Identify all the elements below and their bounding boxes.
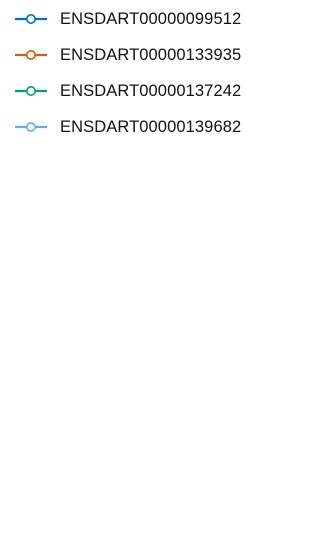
legend-label: ENSDART00000139682 (60, 117, 242, 136)
legend-line-circle-icon (15, 50, 47, 60)
legend-line-circle-icon (15, 86, 47, 96)
legend-point-marker (26, 50, 36, 60)
legend-item: ENSDART00000099512 (14, 8, 241, 30)
chart-legend: ENSDART00000099512 ENSDART00000133935 EN… (14, 8, 241, 138)
legend-point-marker (26, 86, 36, 96)
legend-item: ENSDART00000137242 (14, 80, 241, 102)
legend-item: ENSDART00000133935 (14, 44, 241, 66)
legend-point-marker (26, 14, 36, 24)
legend-label: ENSDART00000137242 (60, 81, 242, 100)
legend-label: ENSDART00000099512 (60, 9, 242, 28)
legend-item: ENSDART00000139682 (14, 116, 241, 138)
legend-label: ENSDART00000133935 (60, 45, 242, 64)
legend-point-marker (26, 122, 36, 132)
legend-line-circle-icon (15, 14, 47, 24)
legend-line-circle-icon (15, 122, 47, 132)
